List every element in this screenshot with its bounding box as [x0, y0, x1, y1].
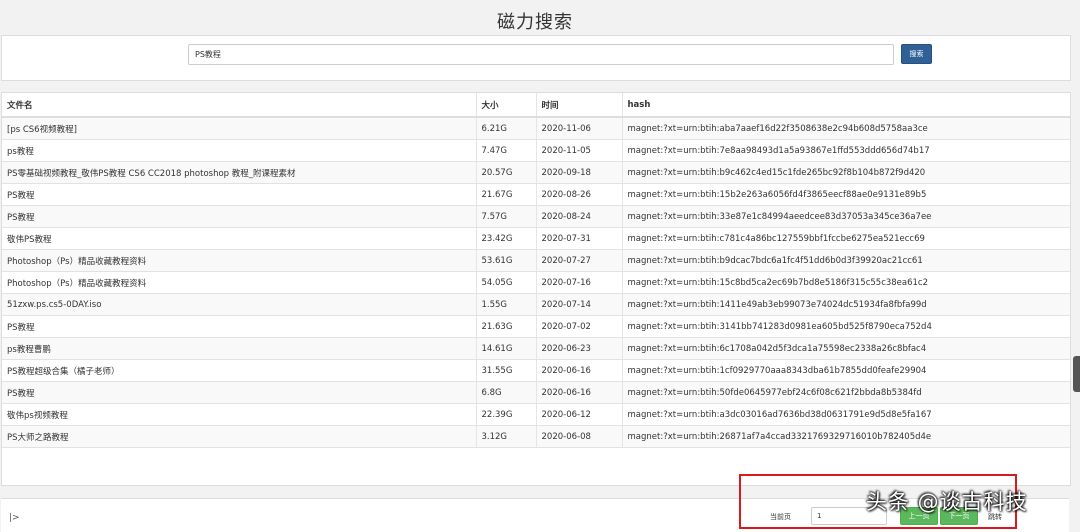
- cell-hash[interactable]: magnet:?xt=urn:btih:b9dcac7bdc6a1fc4f51d…: [622, 249, 1070, 272]
- cell-hash[interactable]: magnet:?xt=urn:btih:7e8aa98493d1a5a93867…: [622, 139, 1070, 162]
- cell-date: 2020-06-23: [536, 337, 623, 360]
- cell-size: 31.55G: [476, 359, 537, 382]
- cell-size: 23.42G: [476, 227, 537, 250]
- cell-hash[interactable]: magnet:?xt=urn:btih:c781c4a86bc127559bbf…: [622, 227, 1070, 250]
- table-row[interactable]: PS教程 21.67G 2020-08-26 magnet:?xt=urn:btih:…: [2, 183, 1070, 206]
- cell-size: 54.05G: [476, 271, 537, 294]
- column-header-size[interactable]: 大小: [476, 93, 537, 118]
- cell-filename: ps教程曹鹏: [2, 337, 477, 360]
- cell-hash[interactable]: magnet:?xt=urn:btih:50fde0645977ebf24c6f…: [622, 381, 1070, 404]
- cell-hash[interactable]: magnet:?xt=urn:btih:a3dc03016ad7636bd38d…: [622, 403, 1070, 426]
- cell-size: 21.67G: [476, 183, 537, 206]
- cell-hash[interactable]: magnet:?xt=urn:btih:33e87e1c84994aeedcee…: [622, 205, 1070, 228]
- cell-filename: 敬伟PS教程: [2, 227, 477, 250]
- cell-filename: 敬伟ps视频教程: [2, 403, 477, 426]
- cell-date: 2020-11-05: [536, 139, 623, 162]
- current-page-label: 当前页: [770, 513, 791, 521]
- cell-filename: PS教程: [2, 183, 477, 206]
- cell-date: 2020-08-26: [536, 183, 623, 206]
- cell-hash[interactable]: magnet:?xt=urn:btih:aba7aaef16d22f350863…: [622, 117, 1070, 140]
- cell-size: 14.61G: [476, 337, 537, 360]
- column-header-date[interactable]: 时间: [536, 93, 623, 118]
- cell-date: 2020-06-12: [536, 403, 623, 426]
- table-row[interactable]: PS教程超级合集（橘子老师） 31.55G 2020-06-16 magnet:?xt…: [2, 359, 1070, 382]
- results-table: 文件名 大小 时间 hash [ps CS6视频教程] 6.21G 2020-11-…: [2, 93, 1070, 448]
- watermark-text: 头条 @谈古科技: [866, 490, 1028, 514]
- cell-date: 2020-06-16: [536, 381, 623, 404]
- scrollbar-handle[interactable]: [1073, 356, 1080, 392]
- table-row[interactable]: [ps CS6视频教程] 6.21G 2020-11-06 magnet:?xt=ur…: [2, 117, 1070, 140]
- cell-size: 7.47G: [476, 139, 537, 162]
- results-body: [ps CS6视频教程] 6.21G 2020-11-06 magnet:?xt=ur…: [2, 117, 1070, 448]
- cell-filename: PS教程: [2, 315, 477, 338]
- cell-hash[interactable]: magnet:?xt=urn:btih:15c8bd5ca2ec69b7bd8e…: [622, 271, 1070, 294]
- cell-size: 6.21G: [476, 117, 537, 140]
- cell-hash[interactable]: magnet:?xt=urn:btih:6c1708a042d5f3dca1a7…: [622, 337, 1070, 360]
- table-row[interactable]: 51zxw.ps.cs5-0DAY.iso 1.55G 2020-07-14 magn…: [2, 293, 1070, 316]
- table-row[interactable]: Photoshop（Ps）精品收藏教程资料 54.05G 2020-07-16 mag…: [2, 271, 1070, 294]
- expand-icon[interactable]: |>: [9, 513, 20, 523]
- cell-filename: PS教程: [2, 205, 477, 228]
- table-row[interactable]: PS教程 7.57G 2020-08-24 magnet:?xt=urn:btih:3…: [2, 205, 1070, 228]
- cell-filename: Photoshop（Ps）精品收藏教程资料: [2, 271, 477, 294]
- cell-filename: Photoshop（Ps）精品收藏教程资料: [2, 249, 477, 272]
- cell-date: 2020-07-31: [536, 227, 623, 250]
- cell-date: 2020-07-02: [536, 315, 623, 338]
- table-row[interactable]: 敬伟PS教程 23.42G 2020-07-31 magnet:?xt=urn:bti…: [2, 227, 1070, 250]
- cell-hash[interactable]: magnet:?xt=urn:btih:26871af7a4ccad332176…: [622, 425, 1070, 448]
- cell-filename: [ps CS6视频教程]: [2, 117, 477, 140]
- cell-size: 6.8G: [476, 381, 537, 404]
- column-header-hash[interactable]: hash: [622, 93, 1070, 118]
- cell-hash[interactable]: magnet:?xt=urn:btih:1cf0929770aaa8343dba…: [622, 359, 1070, 382]
- cell-hash[interactable]: magnet:?xt=urn:btih:3141bb741283d0981ea6…: [622, 315, 1070, 338]
- table-row[interactable]: PS教程 6.8G 2020-06-16 magnet:?xt=urn:btih:50…: [2, 381, 1070, 404]
- table-row[interactable]: PS教程 21.63G 2020-07-02 magnet:?xt=urn:btih:…: [2, 315, 1070, 338]
- cell-size: 20.57G: [476, 161, 537, 184]
- table-row[interactable]: Photoshop（Ps）精品收藏教程资料 53.61G 2020-07-27 mag…: [2, 249, 1070, 272]
- cell-filename: PS零基础视频教程_敬伟PS教程 CS6 CC2018 photoshop 教程…: [2, 161, 477, 184]
- table-row[interactable]: PS零基础视频教程_敬伟PS教程 CS6 CC2018 photoshop 教程…: [2, 161, 1070, 184]
- search-input[interactable]: [188, 44, 894, 65]
- table-row[interactable]: ps教程曹鹏 14.61G 2020-06-23 magnet:?xt=urn:bti…: [2, 337, 1070, 360]
- table-row[interactable]: ps教程 7.47G 2020-11-05 magnet:?xt=urn:btih:7…: [2, 139, 1070, 162]
- cell-filename: PS教程超级合集（橘子老师）: [2, 359, 477, 382]
- cell-hash[interactable]: magnet:?xt=urn:btih:1411e49ab3eb99073e74…: [622, 293, 1070, 316]
- cell-filename: 51zxw.ps.cs5-0DAY.iso: [2, 293, 477, 316]
- cell-size: 3.12G: [476, 425, 537, 448]
- cell-date: 2020-07-16: [536, 271, 623, 294]
- cell-filename: PS大师之路教程: [2, 425, 477, 448]
- cell-size: 53.61G: [476, 249, 537, 272]
- table-row[interactable]: 敬伟ps视频教程 22.39G 2020-06-12 magnet:?xt=urn:b…: [2, 403, 1070, 426]
- cell-date: 2020-07-27: [536, 249, 623, 272]
- cell-date: 2020-06-16: [536, 359, 623, 382]
- page-title: 磁力搜索: [497, 12, 573, 33]
- cell-size: 21.63G: [476, 315, 537, 338]
- column-header-filename[interactable]: 文件名: [2, 93, 477, 118]
- cell-date: 2020-08-24: [536, 205, 623, 228]
- cell-filename: PS教程: [2, 381, 477, 404]
- cell-date: 2020-11-06: [536, 117, 623, 140]
- cell-hash[interactable]: magnet:?xt=urn:btih:b9c462c4ed15c1fde265…: [622, 161, 1070, 184]
- cell-hash[interactable]: magnet:?xt=urn:btih:15b2e263a6056fd4f386…: [622, 183, 1070, 206]
- search-panel: 搜索: [1, 35, 1071, 81]
- cell-size: 1.55G: [476, 293, 537, 316]
- cell-date: 2020-07-14: [536, 293, 623, 316]
- cell-size: 7.57G: [476, 205, 537, 228]
- cell-size: 22.39G: [476, 403, 537, 426]
- cell-filename: ps教程: [2, 139, 477, 162]
- table-header-row: 文件名 大小 时间 hash: [2, 93, 1070, 118]
- cell-date: 2020-09-18: [536, 161, 623, 184]
- table-row[interactable]: PS大师之路教程 3.12G 2020-06-08 magnet:?xt=urn:bt…: [2, 425, 1070, 448]
- results-panel: 文件名 大小 时间 hash [ps CS6视频教程] 6.21G 2020-11-…: [1, 92, 1071, 486]
- search-button[interactable]: 搜索: [901, 44, 932, 64]
- cell-date: 2020-06-08: [536, 425, 623, 448]
